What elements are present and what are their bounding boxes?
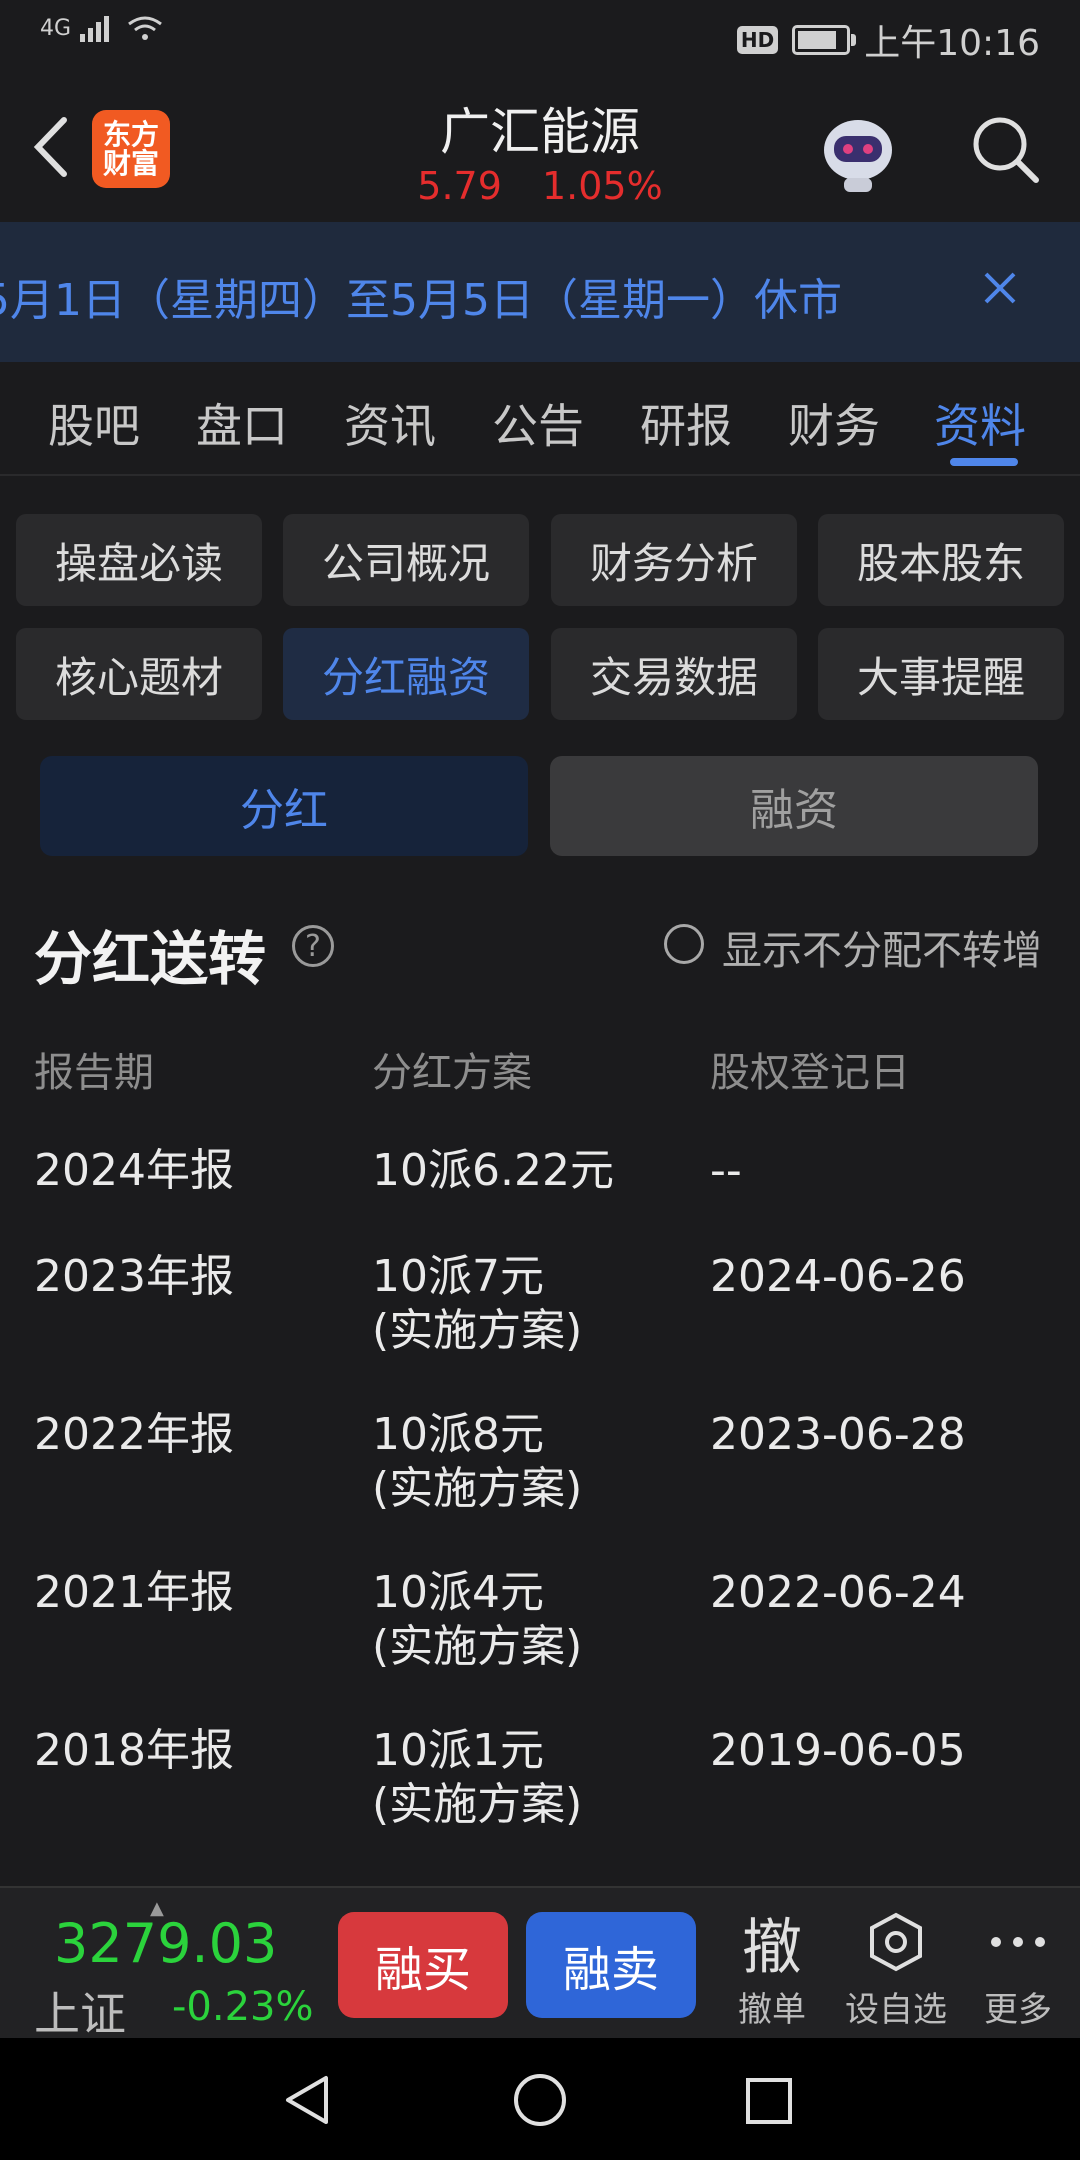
toggle-label[interactable]: 显示不分配不转增 xyxy=(722,918,1042,976)
index-value[interactable]: 3279.03 xyxy=(54,1912,277,1975)
row-date: 2019-06-05 xyxy=(710,1725,966,1776)
cancel-order-icon: 撤 xyxy=(742,1912,802,1983)
row-plan-note: (实施方案) xyxy=(372,1305,583,1356)
chip-dividend-financing[interactable]: 分红融资 xyxy=(283,628,529,720)
row-period: 2021年报 xyxy=(34,1567,234,1618)
stock-change-pct: 1.05% xyxy=(541,164,663,208)
nav-recents-icon[interactable] xyxy=(744,2076,794,2126)
row-plan-note: (实施方案) xyxy=(372,1463,583,1514)
close-icon[interactable] xyxy=(980,262,1020,320)
battery-icon xyxy=(792,25,857,55)
status-bar: 4G HD 上午10:16 xyxy=(0,0,1080,72)
help-icon[interactable]: ? xyxy=(292,925,334,967)
wifi-icon xyxy=(128,16,162,40)
add-watchlist-label: 设自选 xyxy=(845,1990,947,2030)
search-icon[interactable] xyxy=(966,110,1044,188)
row-period: 2022年报 xyxy=(34,1409,234,1460)
index-name[interactable]: 上证 xyxy=(34,1978,126,2044)
cancel-order-label: 撤单 xyxy=(738,1990,806,2030)
tab-research[interactable]: 研报 xyxy=(640,390,732,456)
signal-icon: 4G xyxy=(40,14,165,44)
row-plan: 10派8元 xyxy=(372,1409,544,1460)
tab-finance[interactable]: 财务 xyxy=(788,390,880,456)
nav-home-icon[interactable] xyxy=(512,2072,568,2128)
robot-assistant-icon[interactable] xyxy=(812,106,904,198)
row-date: 2024-06-26 xyxy=(710,1251,966,1302)
margin-buy-button[interactable]: 融买 xyxy=(338,1912,508,2018)
index-change[interactable]: -0.23% xyxy=(172,1984,314,2030)
row-plan: 10派4元 xyxy=(372,1567,544,1618)
more-label: 更多 xyxy=(984,1990,1052,2030)
cancel-order-button[interactable]: 撤 撤单 xyxy=(712,1906,832,2031)
header-record-date: 股权登记日 xyxy=(710,1050,910,1096)
toggle-radio[interactable] xyxy=(664,924,704,964)
segment-financing[interactable]: 融资 xyxy=(550,756,1038,856)
segment-dividend[interactable]: 分红 xyxy=(40,756,528,856)
section-title: 分红送转 xyxy=(34,925,267,993)
clock: 上午10:16 xyxy=(864,23,1040,64)
row-plan: 10派6.22元 xyxy=(372,1145,614,1196)
row-plan: 10派7元 xyxy=(372,1251,544,1302)
header-dividend-plan: 分红方案 xyxy=(372,1050,532,1096)
main-tabs: 股吧 盘口 资讯 公告 研报 财务 资料 xyxy=(0,362,1080,476)
stock-header: 东方 财富 广汇能源 5.79 1.05% xyxy=(0,72,1080,222)
row-period: 2024年报 xyxy=(34,1145,234,1196)
trade-bar: ▲ 3279.03 上证 -0.23% 融买 融卖 撤 撤单 设自选 更多 xyxy=(0,1886,1080,2041)
stock-name: 广汇能源 xyxy=(440,103,640,161)
row-plan: 10派1元 xyxy=(372,1725,544,1776)
tab-profile[interactable]: 资料 xyxy=(934,390,1026,456)
add-watchlist-button[interactable]: 设自选 xyxy=(836,1906,956,2031)
hexagon-icon xyxy=(836,1906,956,1978)
chip-trading-data[interactable]: 交易数据 xyxy=(551,628,797,720)
chip-major-events[interactable]: 大事提醒 xyxy=(818,628,1064,720)
nav-back-icon[interactable] xyxy=(282,2074,332,2126)
row-plan-note: (实施方案) xyxy=(372,1621,583,1672)
tab-news[interactable]: 资讯 xyxy=(344,390,436,456)
active-tab-indicator xyxy=(950,458,1018,466)
chip-core-themes[interactable]: 核心题材 xyxy=(16,628,262,720)
stock-price: 5.79 xyxy=(417,164,502,208)
more-button[interactable]: 更多 xyxy=(958,1906,1078,2031)
row-period: 2023年报 xyxy=(34,1251,234,1302)
hd-icon: HD xyxy=(736,26,779,54)
row-date: 2022-06-24 xyxy=(710,1567,966,1618)
stock-price-line: 5.79 1.05% xyxy=(0,164,1080,208)
holiday-notice-banner[interactable]: 5月1日（星期四）至5月5日（星期一）休市 xyxy=(0,222,1080,362)
row-period: 2018年报 xyxy=(34,1725,234,1776)
row-date: 2023-06-28 xyxy=(710,1409,966,1460)
status-right: HD 上午10:16 xyxy=(736,14,1040,66)
margin-sell-button[interactable]: 融卖 xyxy=(526,1912,696,2018)
system-nav-bar xyxy=(0,2038,1080,2160)
tab-guba[interactable]: 股吧 xyxy=(48,390,140,456)
notice-text: 5月1日（星期四）至5月5日（星期一）休市 xyxy=(0,275,842,326)
more-dots-icon xyxy=(958,1906,1078,1978)
chip-trading-guide[interactable]: 操盘必读 xyxy=(16,514,262,606)
header-report-period: 报告期 xyxy=(34,1050,154,1096)
chip-shareholders[interactable]: 股本股东 xyxy=(818,514,1064,606)
row-plan-note: (实施方案) xyxy=(372,1779,583,1830)
tab-announcements[interactable]: 公告 xyxy=(492,390,584,456)
row-date: -- xyxy=(710,1145,742,1196)
chip-company-overview[interactable]: 公司概况 xyxy=(283,514,529,606)
tab-pankou[interactable]: 盘口 xyxy=(196,390,288,456)
chip-financial-analysis[interactable]: 财务分析 xyxy=(551,514,797,606)
